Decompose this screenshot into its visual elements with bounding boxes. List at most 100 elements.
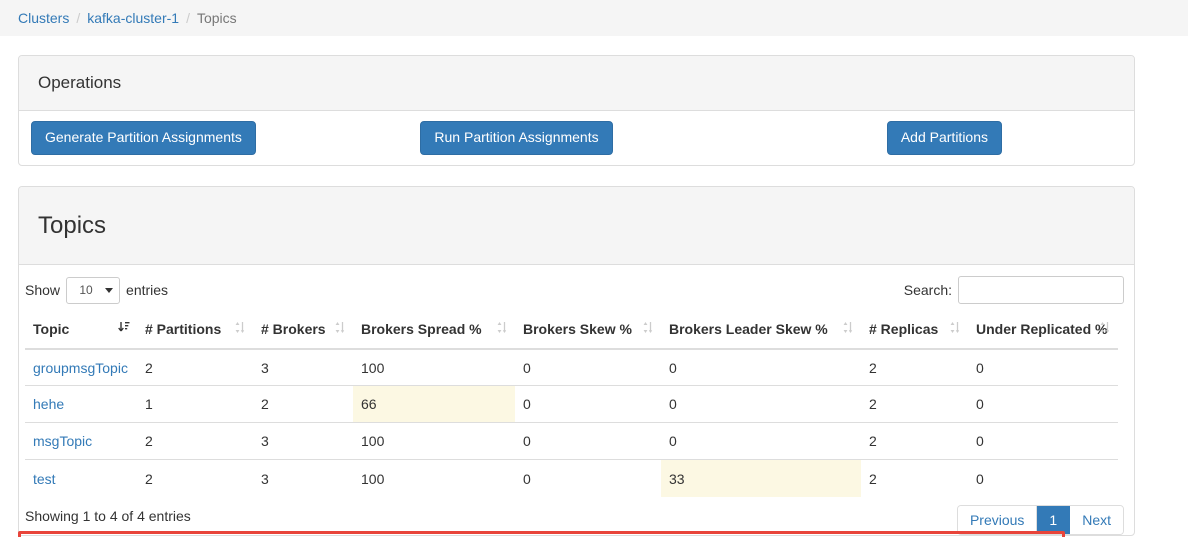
operations-slot-left: Generate Partition Assignments [31, 121, 355, 155]
column-header-brokers-leader-skew-label: Brokers Leader Skew % [669, 321, 828, 337]
operations-slot-right: Add Partitions [678, 121, 1124, 155]
operations-panel-body: Generate Partition Assignments Run Parti… [19, 111, 1134, 165]
topics-panel-header: Topics [19, 187, 1134, 265]
column-header-under-replicated[interactable]: Under Replicated % [968, 312, 1118, 350]
cell-brokers-spread: 100 [361, 359, 385, 376]
cell-partitions: 2 [137, 422, 253, 460]
table-header-row: Topic # Partitions # Brokers Brokers Spr… [25, 312, 1118, 350]
breadcrumb-item-topics: Topics [196, 10, 237, 26]
sort-both-icon [334, 320, 346, 333]
column-header-partitions-label: # Partitions [145, 321, 222, 337]
column-header-brokers-spread[interactable]: Brokers Spread % [353, 312, 515, 350]
topics-table-head: Topic # Partitions # Brokers Brokers Spr… [25, 312, 1118, 350]
add-partitions-button[interactable]: Add Partitions [886, 121, 1003, 155]
entries-per-page-value: 10 [79, 283, 93, 297]
operations-slot-center: Run Partition Assignments [355, 121, 679, 155]
cell-brokers-skew: 0 [523, 359, 531, 376]
sort-both-icon [234, 320, 246, 333]
topics-table-body: groupmsgTopic 2 3 100 0 0 2 0 hehe 1 2 6… [25, 349, 1118, 497]
topic-link[interactable]: test [33, 471, 56, 487]
cell-brokers-spread: 100 [353, 459, 515, 497]
cell-brokers: 3 [253, 459, 353, 497]
generate-partition-assignments-button[interactable]: Generate Partition Assignments [31, 121, 256, 155]
cell-replicas: 2 [861, 422, 968, 460]
operations-panel: Operations Generate Partition Assignment… [18, 55, 1135, 166]
operations-title: Operations [38, 73, 122, 92]
cell-replicas: 2 [861, 459, 968, 497]
page-content: Operations Generate Partition Assignment… [0, 55, 1188, 537]
operations-panel-header: Operations [19, 56, 1134, 111]
column-header-topic[interactable]: Topic [25, 312, 137, 350]
sort-both-icon [1099, 320, 1111, 333]
cell-replicas: 2 [869, 359, 877, 376]
column-header-partitions[interactable]: # Partitions [137, 312, 253, 350]
search-label: Search: [903, 282, 952, 298]
pagination-next-button[interactable]: Next [1070, 505, 1123, 534]
entries-info: Showing 1 to 4 of 4 entries [25, 507, 191, 524]
cell-partitions: 2 [137, 459, 253, 497]
column-header-replicas-label: # Replicas [869, 321, 939, 337]
pagination-page-1-button[interactable]: 1 [1037, 505, 1071, 534]
cell-brokers-skew: 0 [515, 422, 661, 460]
cell-topic: test [25, 459, 137, 497]
search-control: Search: [904, 276, 1124, 304]
pagination-previous-button[interactable]: Previous [957, 505, 1038, 534]
sort-both-icon [949, 320, 961, 333]
column-header-under-replicated-label: Under Replicated % [976, 321, 1108, 337]
breadcrumb-separator: / [76, 10, 81, 26]
run-partition-assignments-button[interactable]: Run Partition Assignments [420, 121, 613, 155]
cell-brokers-leader-skew: 0 [661, 385, 861, 423]
table-row: test 2 3 100 0 33 2 0 [25, 459, 1118, 497]
breadcrumb-item-clusters[interactable]: Clusters [18, 10, 69, 26]
cell-brokers-spread: 100 [353, 422, 515, 460]
cell-under-replicated: 0 [968, 459, 1118, 497]
breadcrumb: Clusters / kafka-cluster-1 / Topics [0, 0, 1188, 36]
table-row: hehe 1 2 66 0 0 2 0 [25, 385, 1118, 423]
breadcrumb-separator: / [186, 10, 190, 26]
cell-partitions: 1 [137, 385, 253, 423]
cell-brokers-leader-skew: 0 [669, 359, 677, 376]
cell-brokers: 2 [253, 385, 353, 423]
cell-topic: hehe [25, 385, 137, 423]
topic-link[interactable]: msgTopic [33, 433, 92, 449]
cell-under-replicated: 0 [968, 385, 1118, 423]
cell-partitions: 2 [145, 359, 153, 376]
topics-table: Topic # Partitions # Brokers Brokers Spr… [25, 312, 1118, 497]
entries-suffix-label: entries [126, 282, 169, 298]
cell-brokers-skew: 0 [515, 385, 661, 423]
column-header-brokers-spread-label: Brokers Spread % [361, 321, 482, 337]
entries-per-page-select[interactable]: 10 [66, 276, 121, 304]
column-header-brokers-leader-skew[interactable]: Brokers Leader Skew % [661, 312, 861, 350]
entries-show-label: Show [25, 282, 61, 298]
column-header-replicas[interactable]: # Replicas [861, 312, 968, 350]
cell-brokers: 3 [253, 422, 353, 460]
column-header-brokers-label: # Brokers [261, 321, 326, 337]
chevron-down-icon [105, 288, 114, 293]
pagination: Previous 1 Next [956, 504, 1124, 535]
column-header-brokers[interactable]: # Brokers [253, 312, 353, 350]
cell-brokers: 3 [261, 359, 269, 376]
cell-under-replicated: 0 [976, 359, 984, 376]
datatable-controls: Show 10 entries Search: [19, 265, 1134, 312]
cell-brokers-skew: 0 [515, 459, 661, 497]
sort-both-icon [496, 320, 508, 333]
cell-topic: groupmsgTopic [25, 349, 137, 386]
sort-both-icon [642, 320, 654, 333]
topics-panel: Topics Show 10 entries Search: Topic # P… [18, 186, 1135, 536]
sort-both-icon [842, 320, 854, 333]
cell-under-replicated: 0 [968, 422, 1118, 460]
topic-link[interactable]: groupmsgTopic [33, 360, 128, 376]
sort-ascending-icon [118, 320, 130, 333]
topic-link[interactable]: hehe [33, 396, 64, 412]
search-input[interactable] [958, 276, 1124, 304]
cell-replicas: 2 [861, 385, 968, 423]
table-row: msgTopic 2 3 100 0 0 2 0 [25, 422, 1118, 460]
cell-brokers-leader-skew: 33 [661, 459, 861, 497]
breadcrumb-item-kafka-cluster-1[interactable]: kafka-cluster-1 [87, 10, 179, 26]
topics-title: Topics [38, 211, 107, 239]
cell-brokers-leader-skew: 0 [661, 422, 861, 460]
cell-topic: msgTopic [25, 422, 137, 460]
column-header-brokers-skew-label: Brokers Skew % [523, 321, 632, 337]
column-header-brokers-skew[interactable]: Brokers Skew % [515, 312, 661, 350]
entries-length-control: Show 10 entries [25, 276, 169, 304]
